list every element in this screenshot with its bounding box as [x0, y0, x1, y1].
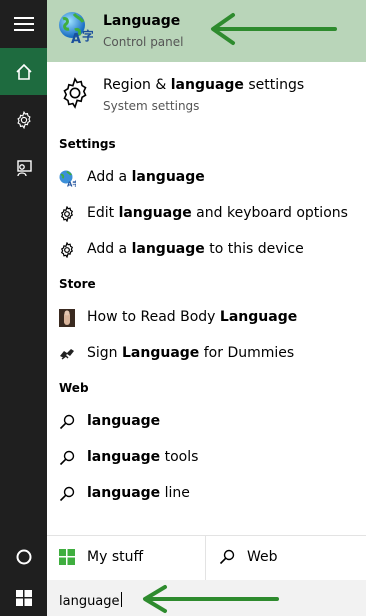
section-header-store: Store	[59, 277, 96, 291]
start-button[interactable]	[0, 580, 47, 616]
text-caret	[120, 592, 122, 607]
store-result-sign-language[interactable]: Sign Language for Dummies	[47, 338, 366, 370]
label-prefix: How to Read Body	[87, 309, 220, 325]
home-icon	[15, 63, 32, 80]
label-suffix: line	[160, 485, 190, 501]
label-bold: language	[87, 449, 161, 465]
search-results-panel: A 字 Language Control panel Region & lang…	[47, 0, 366, 580]
web-filter-button[interactable]: Web	[207, 536, 366, 580]
region-language-settings-result[interactable]: Region & language settings System settin…	[47, 64, 366, 126]
sign-hands-icon	[58, 345, 76, 363]
feedback-button[interactable]	[0, 144, 47, 191]
region-language-title: Region & language settings	[103, 77, 304, 93]
settings-result-add-language-device[interactable]: Add a language to this device	[47, 234, 366, 266]
label-bold: language	[131, 241, 205, 257]
web-result-language[interactable]: language	[47, 406, 366, 438]
web-filter-label: Web	[247, 549, 278, 565]
result-label: Sign Language for Dummies	[87, 345, 294, 361]
windows-logo-icon	[15, 590, 32, 606]
result-label: language line	[87, 485, 190, 501]
result-label: Add a language	[87, 169, 205, 185]
label-bold: Language	[122, 345, 200, 361]
region-language-subtitle: System settings	[103, 99, 200, 113]
label-bold: language	[118, 205, 192, 221]
my-stuff-filter-button[interactable]: My stuff	[47, 536, 206, 580]
result-label: language	[87, 413, 160, 429]
hamburger-menu-button[interactable]	[0, 0, 47, 47]
label-prefix: Edit	[87, 205, 119, 221]
web-result-language-tools[interactable]: language tools	[47, 442, 366, 474]
label-suffix: and keyboard options	[191, 205, 348, 221]
book-cover-icon	[58, 309, 76, 327]
search-icon	[58, 449, 76, 467]
gear-icon	[58, 241, 76, 259]
taskbar: language	[0, 580, 366, 616]
result-label: language tools	[87, 449, 198, 465]
label-suffix: for Dummies	[199, 345, 295, 361]
gear-icon	[63, 77, 87, 109]
my-stuff-label: My stuff	[87, 549, 144, 565]
store-result-body-language[interactable]: How to Read Body Language	[47, 302, 366, 334]
section-header-settings: Settings	[59, 137, 116, 151]
annotation-arrow-icon	[211, 13, 337, 45]
home-button[interactable]	[0, 48, 47, 95]
search-query-text: language	[59, 592, 122, 609]
left-rail	[0, 0, 47, 580]
label-prefix: Sign	[87, 345, 122, 361]
label-prefix: Add a	[87, 241, 132, 257]
hamburger-icon	[13, 16, 34, 31]
settings-result-add-language[interactable]: A字 Add a language	[47, 162, 366, 194]
search-icon	[58, 413, 76, 431]
label-bold: Language	[219, 309, 298, 325]
label-bold: language	[87, 413, 161, 429]
result-label: Edit language and keyboard options	[87, 205, 348, 221]
label-prefix: Add a	[87, 169, 132, 185]
gear-icon	[58, 205, 76, 223]
gear-icon	[16, 110, 31, 129]
cortana-button[interactable]	[0, 533, 47, 580]
result-label: How to Read Body Language	[87, 309, 297, 325]
label-bold: language	[87, 485, 161, 501]
result-label: Add a language to this device	[87, 241, 304, 257]
language-globe-icon: A 字	[59, 12, 93, 46]
label-bold: language	[131, 169, 205, 185]
search-input[interactable]: language	[47, 580, 366, 616]
title-prefix: Region &	[103, 77, 171, 93]
web-result-language-line[interactable]: language line	[47, 478, 366, 510]
label-suffix: tools	[160, 449, 199, 465]
best-match-subtitle: Control panel	[103, 35, 184, 49]
settings-result-edit-language[interactable]: Edit language and keyboard options	[47, 198, 366, 230]
search-icon	[219, 549, 235, 565]
title-suffix: settings	[243, 77, 305, 93]
windows-logo-icon	[59, 549, 75, 565]
settings-rail-button[interactable]	[0, 96, 47, 143]
best-match-result[interactable]: A 字 Language Control panel	[47, 0, 366, 62]
title-bold: language	[170, 77, 244, 93]
search-query: language	[59, 594, 120, 609]
search-icon	[58, 485, 76, 503]
language-globe-icon: A字	[58, 169, 76, 187]
label-suffix: to this device	[204, 241, 304, 257]
section-header-web: Web	[59, 381, 89, 395]
cortana-circle-icon	[16, 549, 31, 564]
svg-text:字: 字	[82, 28, 93, 43]
annotation-arrow-icon	[143, 585, 279, 613]
best-match-title: Language	[103, 13, 181, 29]
svg-text:A字: A字	[67, 180, 76, 188]
feedback-icon	[16, 159, 32, 176]
svg-text:A: A	[71, 32, 81, 46]
